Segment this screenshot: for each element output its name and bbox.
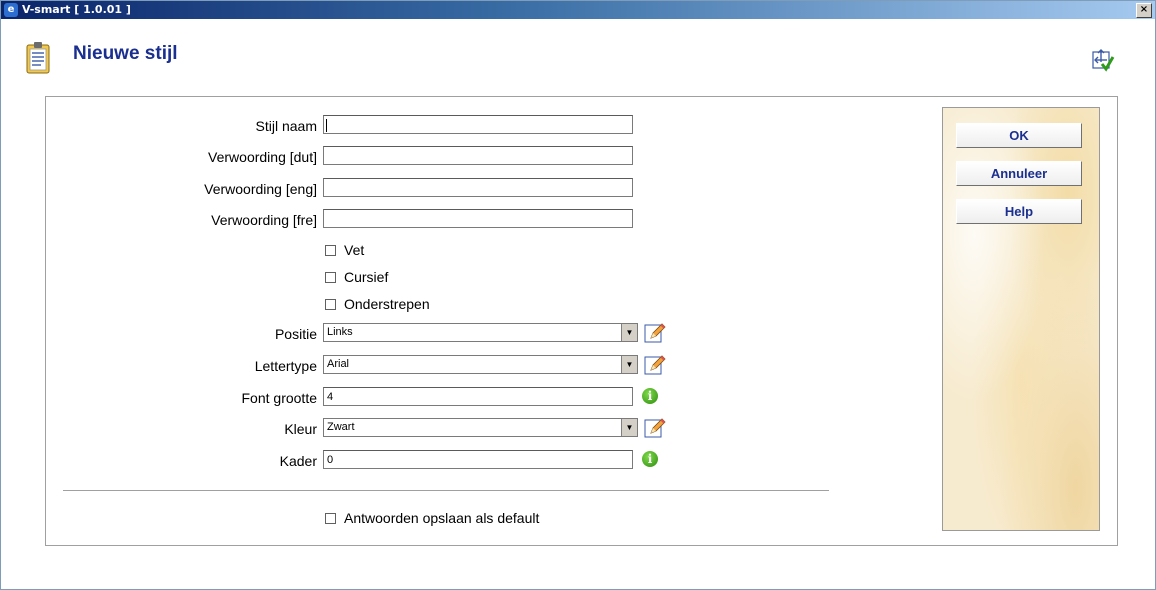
italic-checkbox[interactable] (325, 271, 336, 283)
ok-button[interactable]: OK (956, 123, 1082, 148)
position-select[interactable]: Links ▼ (323, 323, 638, 342)
bold-checkbox-row[interactable]: Vet (325, 242, 364, 262)
app-icon: e (4, 3, 18, 17)
underline-label: Onderstrepen (344, 296, 430, 312)
window-title: V-smart [ 1.0.01 ] (22, 3, 131, 16)
save-default-checkbox[interactable] (325, 512, 336, 524)
underline-checkbox-row[interactable]: Onderstrepen (325, 296, 430, 316)
info-icon[interactable]: i (642, 451, 658, 467)
font-size-value: 4 (327, 391, 334, 403)
frame-value: 0 (327, 454, 334, 466)
wording-eng-label: Verwoording [eng] (204, 181, 317, 197)
position-label: Positie (274, 326, 317, 342)
color-select[interactable]: Zwart ▼ (323, 418, 638, 437)
font-label: Lettertype (254, 358, 317, 374)
italic-label: Cursief (344, 269, 389, 285)
wording-fre-label: Verwoording [fre] (211, 212, 317, 228)
dropdown-arrow-icon[interactable]: ▼ (621, 419, 637, 436)
submit-check-icon[interactable] (1091, 48, 1115, 72)
info-icon[interactable]: i (642, 388, 658, 404)
save-default-checkbox-row[interactable]: Antwoorden opslaan als default (325, 510, 539, 530)
action-sidebar: OK Annuleer Help (942, 107, 1100, 531)
application-window: e V-smart [ 1.0.01 ] × Nieuwe stijl Stij… (0, 0, 1156, 590)
dropdown-arrow-icon[interactable]: ▼ (621, 356, 637, 373)
font-value: Arial (327, 358, 350, 370)
pencil-edit-icon[interactable] (644, 417, 666, 439)
pencil-edit-icon[interactable] (644, 322, 666, 344)
form-panel: Stijl naam Verwoording [dut] Verwoording… (45, 96, 1118, 546)
close-window-button[interactable]: × (1136, 3, 1152, 18)
frame-label: Kader (279, 453, 317, 469)
text-caret (326, 119, 327, 132)
wording-dut-input[interactable] (323, 146, 633, 165)
divider (63, 490, 829, 491)
position-value: Links (327, 326, 353, 338)
style-name-input[interactable] (323, 115, 633, 134)
page-title: Nieuwe stijl (73, 43, 178, 64)
bold-label: Vet (344, 242, 365, 258)
wording-dut-label: Verwoording [dut] (208, 149, 317, 165)
frame-input[interactable]: 0 (323, 450, 633, 469)
color-label: Kleur (284, 421, 317, 437)
title-bar: e V-smart [ 1.0.01 ] × (1, 1, 1155, 19)
clipboard-list-icon (26, 42, 50, 74)
wording-eng-input[interactable] (323, 178, 633, 197)
font-size-label: Font grootte (241, 390, 318, 406)
color-value: Zwart (327, 421, 355, 433)
help-button[interactable]: Help (956, 199, 1082, 224)
pencil-edit-icon[interactable] (644, 354, 666, 376)
cancel-button[interactable]: Annuleer (956, 161, 1082, 186)
italic-checkbox-row[interactable]: Cursief (325, 269, 388, 289)
underline-checkbox[interactable] (325, 298, 336, 310)
wording-fre-input[interactable] (323, 209, 633, 228)
bold-checkbox[interactable] (325, 244, 336, 256)
save-default-label: Antwoorden opslaan als default (344, 510, 540, 526)
dropdown-arrow-icon[interactable]: ▼ (621, 324, 637, 341)
font-select[interactable]: Arial ▼ (323, 355, 638, 374)
font-size-input[interactable]: 4 (323, 387, 633, 406)
style-name-label: Stijl naam (255, 118, 317, 134)
